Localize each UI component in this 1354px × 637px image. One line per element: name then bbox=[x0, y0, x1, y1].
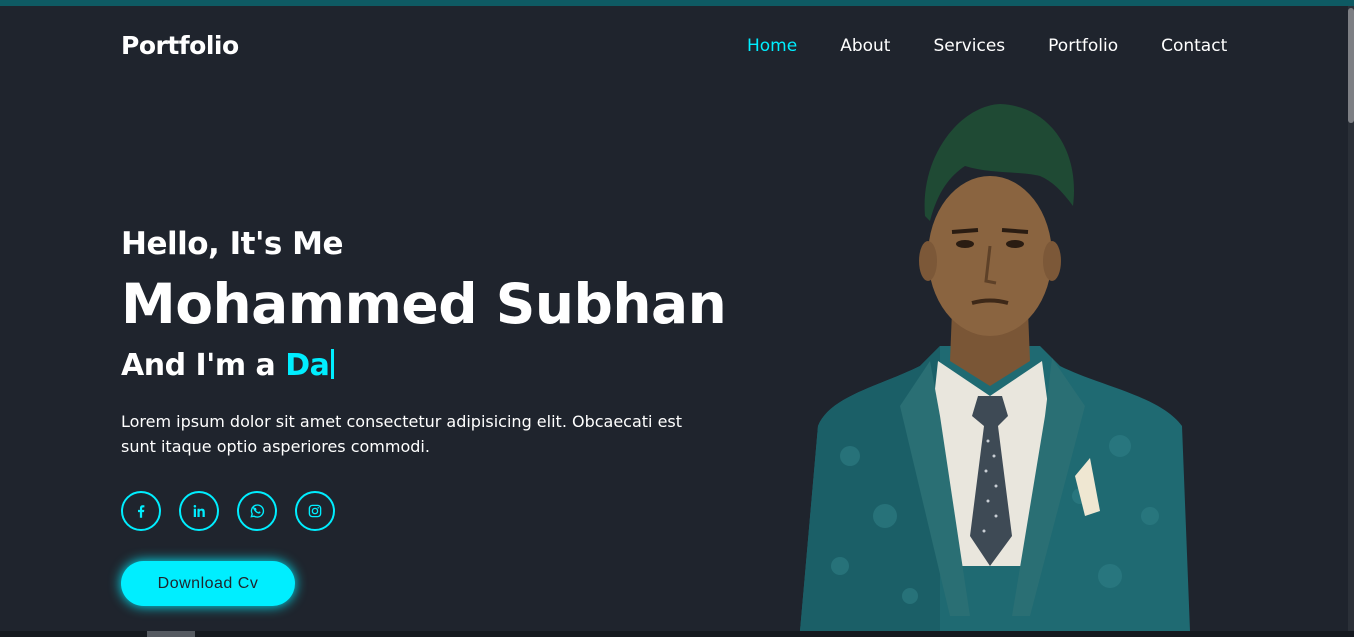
whatsapp-icon[interactable] bbox=[237, 491, 277, 531]
nav-contact[interactable]: Contact bbox=[1161, 36, 1227, 56]
logo[interactable]: Portfolio bbox=[121, 31, 239, 60]
facebook-icon[interactable] bbox=[121, 491, 161, 531]
main-nav: Home About Services Portfolio Contact bbox=[747, 36, 1227, 56]
hero-greeting: Hello, It's Me bbox=[121, 226, 344, 262]
hero-description: Lorem ipsum dolor sit amet consectetur a… bbox=[121, 412, 683, 456]
hero-content: Hello, It's Me Mohammed Subhan And I'm a… bbox=[121, 226, 761, 459]
horizontal-scrollbar[interactable] bbox=[0, 631, 1354, 637]
profile-photo bbox=[800, 104, 1190, 631]
nav-about[interactable]: About bbox=[840, 36, 890, 56]
role-typed-text: Da bbox=[285, 348, 330, 383]
horizontal-scrollbar-thumb[interactable] bbox=[147, 631, 195, 637]
instagram-icon[interactable] bbox=[295, 491, 335, 531]
nav-home[interactable]: Home bbox=[747, 36, 797, 56]
hero-name: Mohammed Subhan bbox=[121, 272, 727, 336]
hero-role: And I'm a Da bbox=[121, 348, 761, 383]
download-cv-button[interactable]: Download Cv bbox=[121, 561, 295, 606]
typing-caret bbox=[331, 349, 335, 379]
role-prefix: And I'm a bbox=[121, 348, 286, 383]
nav-portfolio[interactable]: Portfolio bbox=[1048, 36, 1118, 56]
vertical-scrollbar-thumb[interactable] bbox=[1348, 8, 1354, 123]
linkedin-icon[interactable] bbox=[179, 491, 219, 531]
social-links bbox=[121, 491, 335, 531]
site-header: Portfolio Home About Services Portfolio … bbox=[0, 6, 1348, 88]
nav-services[interactable]: Services bbox=[933, 36, 1005, 56]
